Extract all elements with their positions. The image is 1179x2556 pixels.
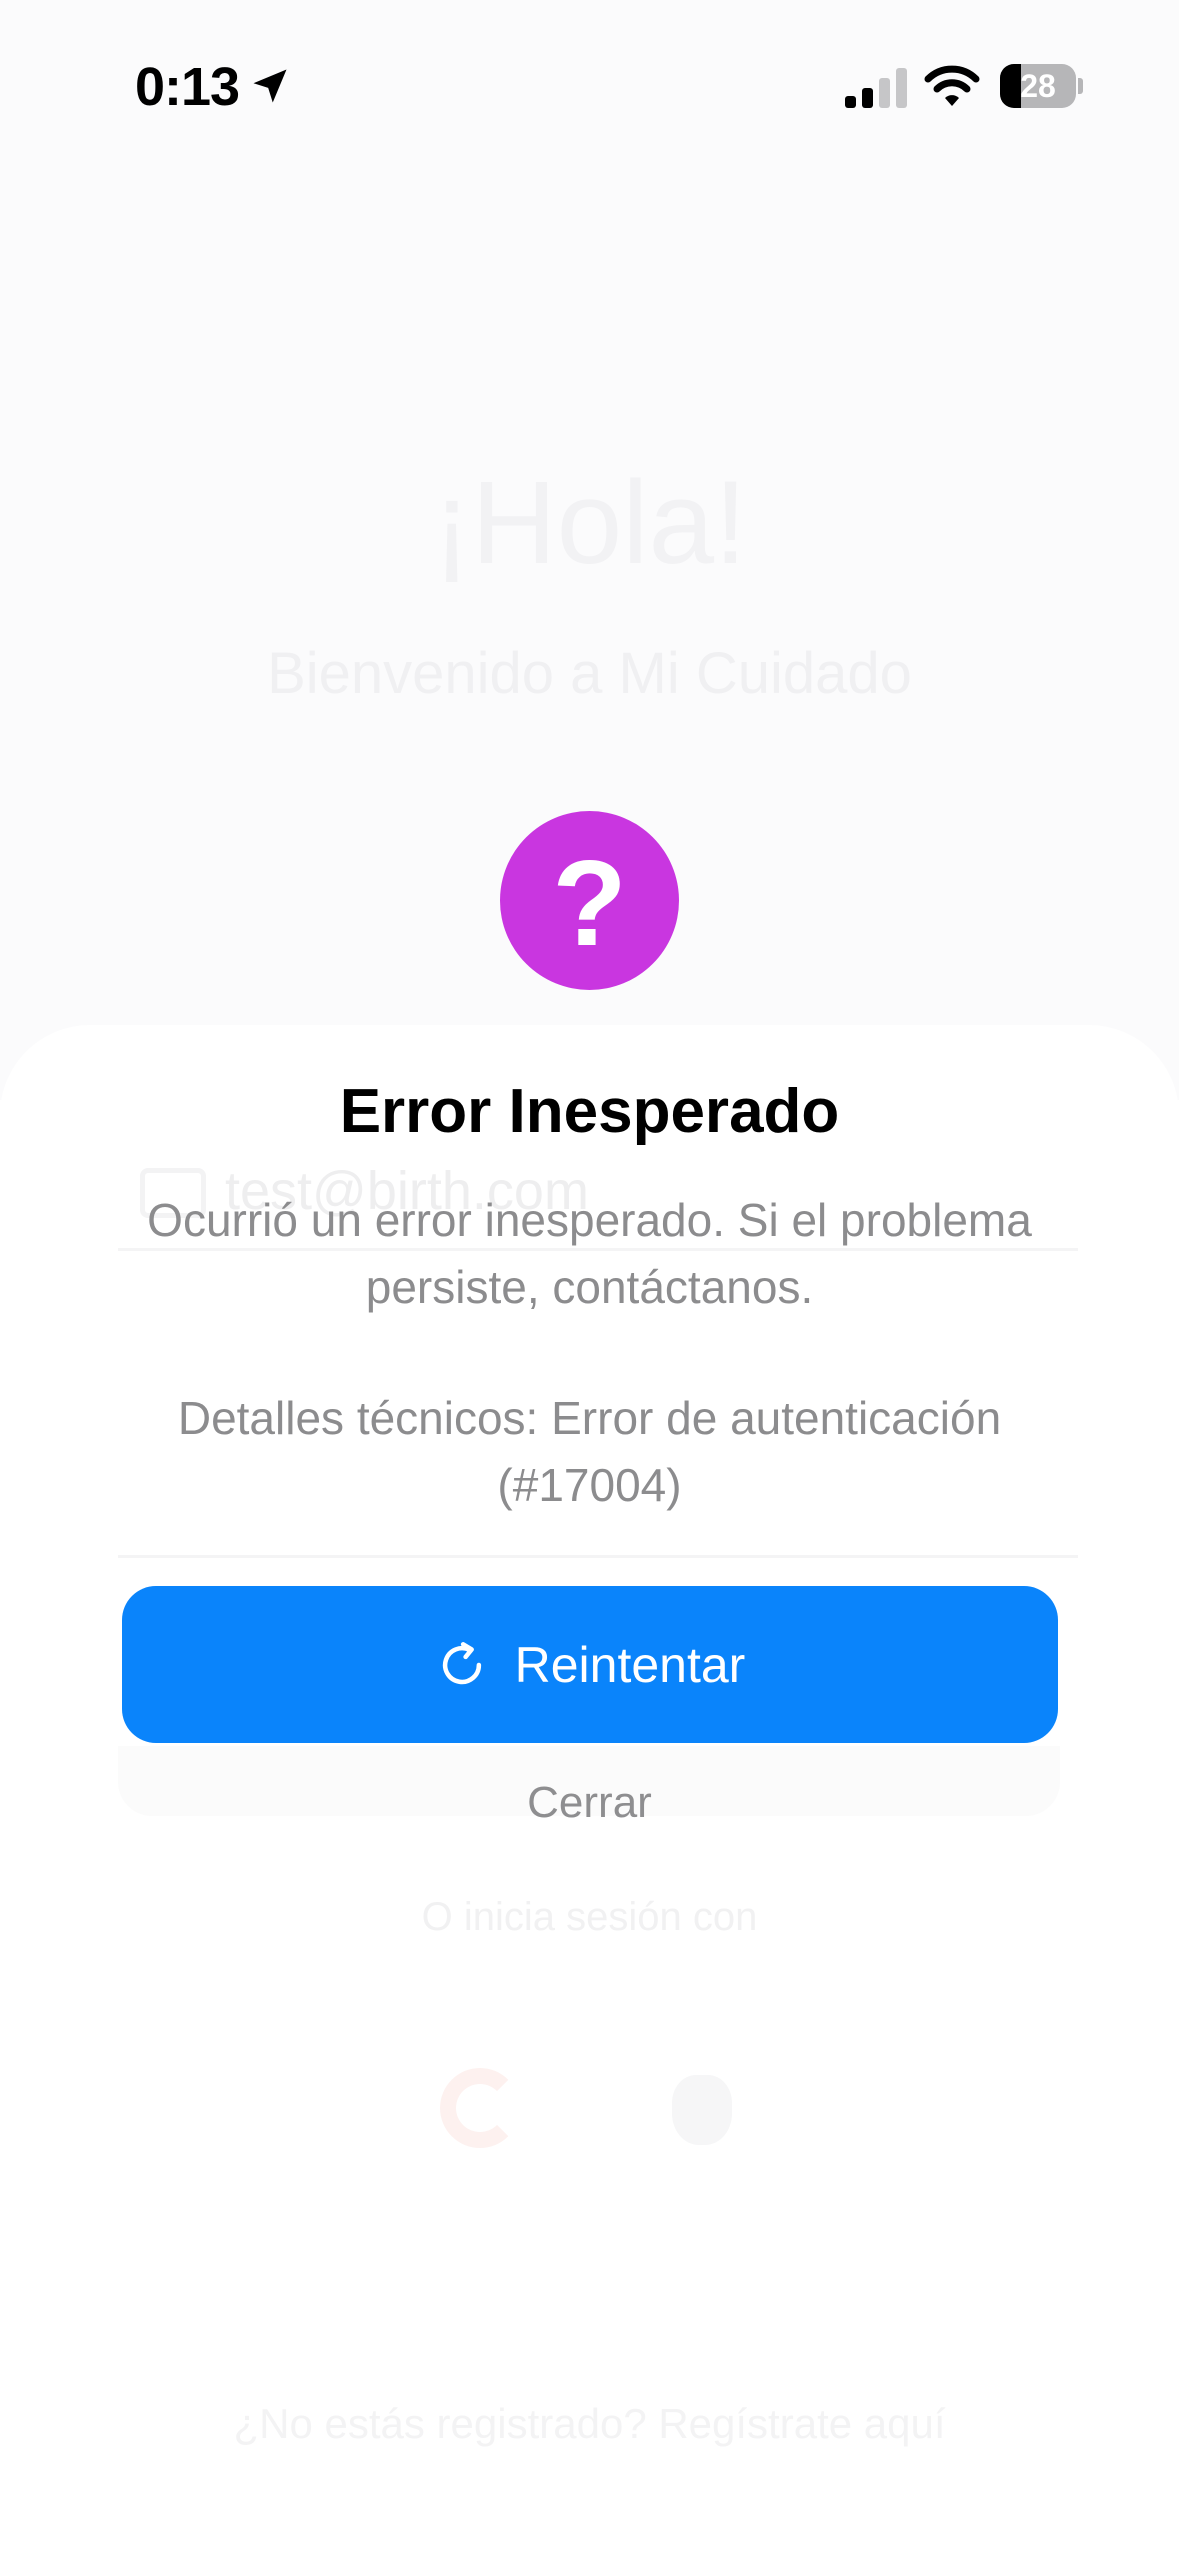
retry-button[interactable]: Reintentar [122,1586,1058,1743]
background-subtitle: Bienvenido a Mi Cuidado [267,641,912,706]
apple-icon [672,2075,732,2145]
question-mark-glyph: ? [552,834,627,971]
dialog-technical-details: Detalles técnicos: Error de autenticació… [177,1392,1002,1511]
background-title: ¡Hola! [432,457,747,589]
question-mark-icon: ? [500,811,679,990]
background-or-text: O inicia sesión con [421,1895,758,1939]
close-button[interactable]: Cerrar [460,1778,719,1838]
password-underline [118,1555,1078,1558]
dialog-title: Error Inesperado [339,1077,840,1146]
wifi-icon [924,65,980,106]
cellular-signal-icon [845,68,907,108]
battery-icon: 28 [1000,64,1076,108]
battery-nub [1078,78,1083,94]
dialog-message: Ocurrió un error inesperado. Si el probl… [147,1194,1032,1313]
status-time: 0:13 [135,57,240,117]
retry-button-label: Reintentar [514,1636,746,1693]
background-register-link: ¿No estás registrado? Regístrate aquí [233,2400,946,2447]
status-bar: 0:13 28 [0,0,1179,170]
battery-level: 28 [1020,68,1056,104]
location-arrow-icon [253,69,287,103]
google-icon [440,2068,520,2148]
refresh-icon [442,1641,481,1684]
